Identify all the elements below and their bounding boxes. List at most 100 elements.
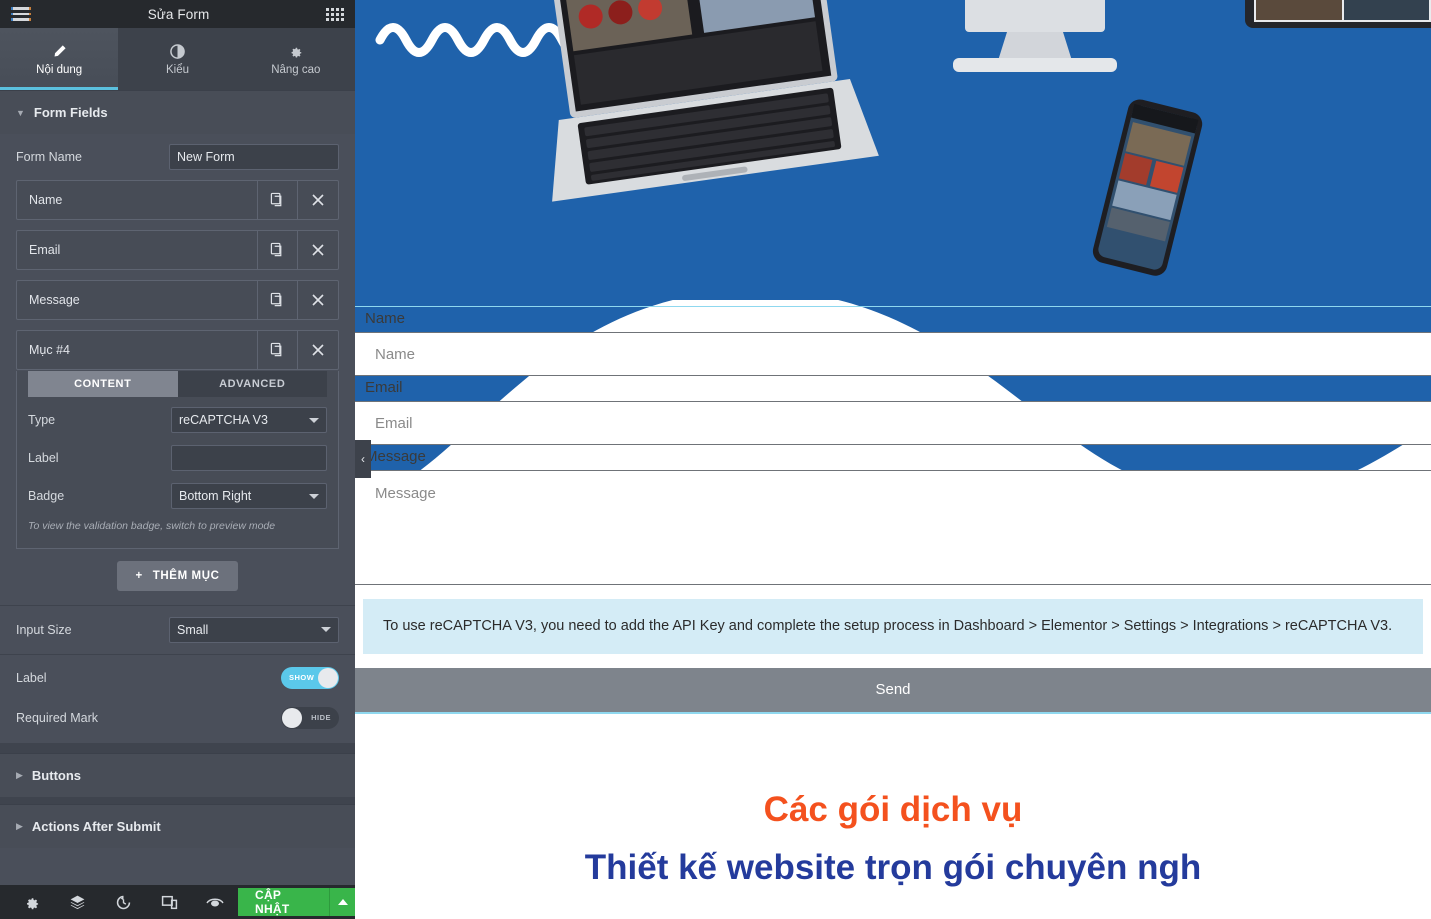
chevron-down-icon xyxy=(321,627,331,633)
tab-noi-dung[interactable]: Nội dung xyxy=(0,28,119,90)
add-item-label: THÊM MỤC xyxy=(152,569,220,582)
duplicate-icon[interactable] xyxy=(258,181,298,219)
update-button[interactable]: CẬP NHẬT xyxy=(238,888,330,916)
section-headings: Các gói dịch vụ Thiết kế website trọn gó… xyxy=(355,790,1431,888)
tab-nang-cao[interactable]: Nâng cao xyxy=(237,28,355,90)
subtab-content[interactable]: CONTENT xyxy=(28,371,178,397)
remove-icon[interactable] xyxy=(298,281,338,319)
label-toggle-state: SHOW xyxy=(289,673,315,683)
caret-down-icon: ▼ xyxy=(16,107,25,118)
update-options-chevron-up-icon[interactable] xyxy=(329,888,355,916)
form-field-message: Message Message xyxy=(355,445,1431,585)
remove-icon[interactable] xyxy=(298,231,338,269)
field-label-name: Name xyxy=(365,310,406,327)
responsive-mode-icon[interactable] xyxy=(146,885,192,919)
badge-select-value: Bottom Right xyxy=(179,489,252,503)
form-fields-body: Form Name Name Email xyxy=(0,134,355,743)
label-input[interactable] xyxy=(171,445,327,471)
recaptcha-notice: To use reCAPTCHA V3, you need to add the… xyxy=(363,599,1423,654)
label-toggle-label: Label xyxy=(16,670,47,685)
badge-select[interactable]: Bottom Right xyxy=(171,483,327,509)
remove-icon[interactable] xyxy=(298,331,338,369)
field-row-muc-4[interactable]: Mục #4 xyxy=(16,330,339,370)
tab-nang-cao-label: Nâng cao xyxy=(271,64,321,76)
duplicate-icon[interactable] xyxy=(258,331,298,369)
input-size-value: Small xyxy=(177,622,209,637)
field-label-message: Message xyxy=(365,448,426,465)
remove-icon[interactable] xyxy=(298,181,338,219)
panel-header: Sửa Form xyxy=(0,0,355,28)
form-field-name: Name Name xyxy=(355,307,1431,376)
field-row-email[interactable]: Email xyxy=(16,230,339,270)
editor-subtabs: CONTENT ADVANCED xyxy=(28,371,327,397)
subtab-advanced[interactable]: ADVANCED xyxy=(177,371,327,397)
message-textarea[interactable]: Message xyxy=(355,470,1431,585)
duplicate-icon[interactable] xyxy=(258,231,298,269)
field-item-editor: CONTENT ADVANCED Type reCAPTCHA V3 Label… xyxy=(16,371,339,549)
caret-right-icon: ▶ xyxy=(16,820,23,831)
field-row-message[interactable]: Message xyxy=(16,280,339,320)
app-root: HYUNDAI TRANH PHỐI MỚI CÁC QUẬN xyxy=(0,0,1431,919)
history-revisions-icon[interactable] xyxy=(100,885,146,919)
preview-eye-icon[interactable] xyxy=(192,885,238,919)
update-button-group: CẬP NHẬT xyxy=(238,888,355,916)
tab-kieu[interactable]: Kiểu xyxy=(118,28,236,90)
panel-title: Sửa Form xyxy=(147,6,210,22)
contact-form: Name Name Email Email Message Message To… xyxy=(355,306,1431,714)
label-label: Label xyxy=(28,451,59,465)
send-button[interactable]: Send xyxy=(355,667,1431,714)
required-mark-state: HIDE xyxy=(311,713,331,723)
page-preview: HYUNDAI TRANH PHỐI MỚI CÁC QUẬN xyxy=(355,0,1431,919)
section-gap xyxy=(0,742,355,753)
duplicate-icon[interactable] xyxy=(258,281,298,319)
required-mark-row: Required Mark HIDE xyxy=(0,699,355,743)
input-size-row: Input Size Small xyxy=(0,606,355,654)
caret-right-icon: ▶ xyxy=(16,769,23,780)
type-select-value: reCAPTCHA V3 xyxy=(179,413,268,427)
panel-footer-toolbar: CẬP NHẬT xyxy=(0,885,355,919)
hamburger-icon[interactable] xyxy=(11,7,31,21)
email-input[interactable]: Email xyxy=(355,401,1431,445)
form-field-email: Email Email xyxy=(355,376,1431,445)
plus-icon: + xyxy=(135,569,143,582)
form-name-label: Form Name xyxy=(16,150,82,164)
chevron-down-icon xyxy=(309,493,319,499)
type-select[interactable]: reCAPTCHA V3 xyxy=(171,407,327,433)
input-size-label: Input Size xyxy=(16,622,72,637)
chevron-down-icon xyxy=(309,417,319,423)
tablet-device-image xyxy=(1245,0,1431,28)
section-buttons-title: Buttons xyxy=(31,767,82,783)
input-size-select[interactable]: Small xyxy=(169,616,339,643)
gear-icon xyxy=(288,42,303,60)
section-form-fields[interactable]: ▼ Form Fields xyxy=(0,90,355,134)
type-label: Type xyxy=(28,413,56,427)
section-buttons[interactable]: ▶ Buttons xyxy=(0,752,355,797)
field-row-label: Mục #4 xyxy=(17,331,258,369)
field-row-name[interactable]: Name xyxy=(16,180,339,220)
field-label-email: Email xyxy=(365,379,403,396)
toggle-knob xyxy=(282,707,302,728)
form-name-input[interactable] xyxy=(169,144,339,170)
name-input[interactable]: Name xyxy=(355,332,1431,376)
phone-device-image xyxy=(1092,99,1203,276)
navigator-layers-icon[interactable] xyxy=(54,885,100,919)
elementor-editor-panel: Sửa Form Nội dung Kiểu Nâng cao ▼ Form F… xyxy=(0,0,355,919)
tab-kieu-label: Kiểu xyxy=(165,64,189,76)
pencil-icon xyxy=(52,42,67,60)
panel-collapse-handle[interactable]: ‹ xyxy=(355,440,371,478)
required-mark-label: Required Mark xyxy=(16,710,98,725)
add-item-wrap: + THÊM MỤC xyxy=(0,549,355,605)
settings-gear-icon[interactable] xyxy=(8,885,54,919)
label-toggle[interactable]: SHOW xyxy=(281,666,339,689)
add-item-button[interactable]: + THÊM MỤC xyxy=(117,560,238,591)
required-mark-toggle[interactable]: HIDE xyxy=(281,706,339,729)
section-actions-after-submit[interactable]: ▶ Actions After Submit xyxy=(0,803,355,848)
tab-noi-dung-label: Nội dung xyxy=(36,64,83,76)
grid-apps-icon[interactable] xyxy=(325,7,344,21)
label-toggle-row: Label SHOW xyxy=(0,655,355,699)
field-list: Name Email Message Mục #4 xyxy=(0,180,355,370)
section-form-fields-title: Form Fields xyxy=(33,105,108,120)
monitor-device-image xyxy=(953,0,1117,72)
editor-label-row: Label xyxy=(17,439,338,477)
field-row-label: Message xyxy=(17,281,258,319)
